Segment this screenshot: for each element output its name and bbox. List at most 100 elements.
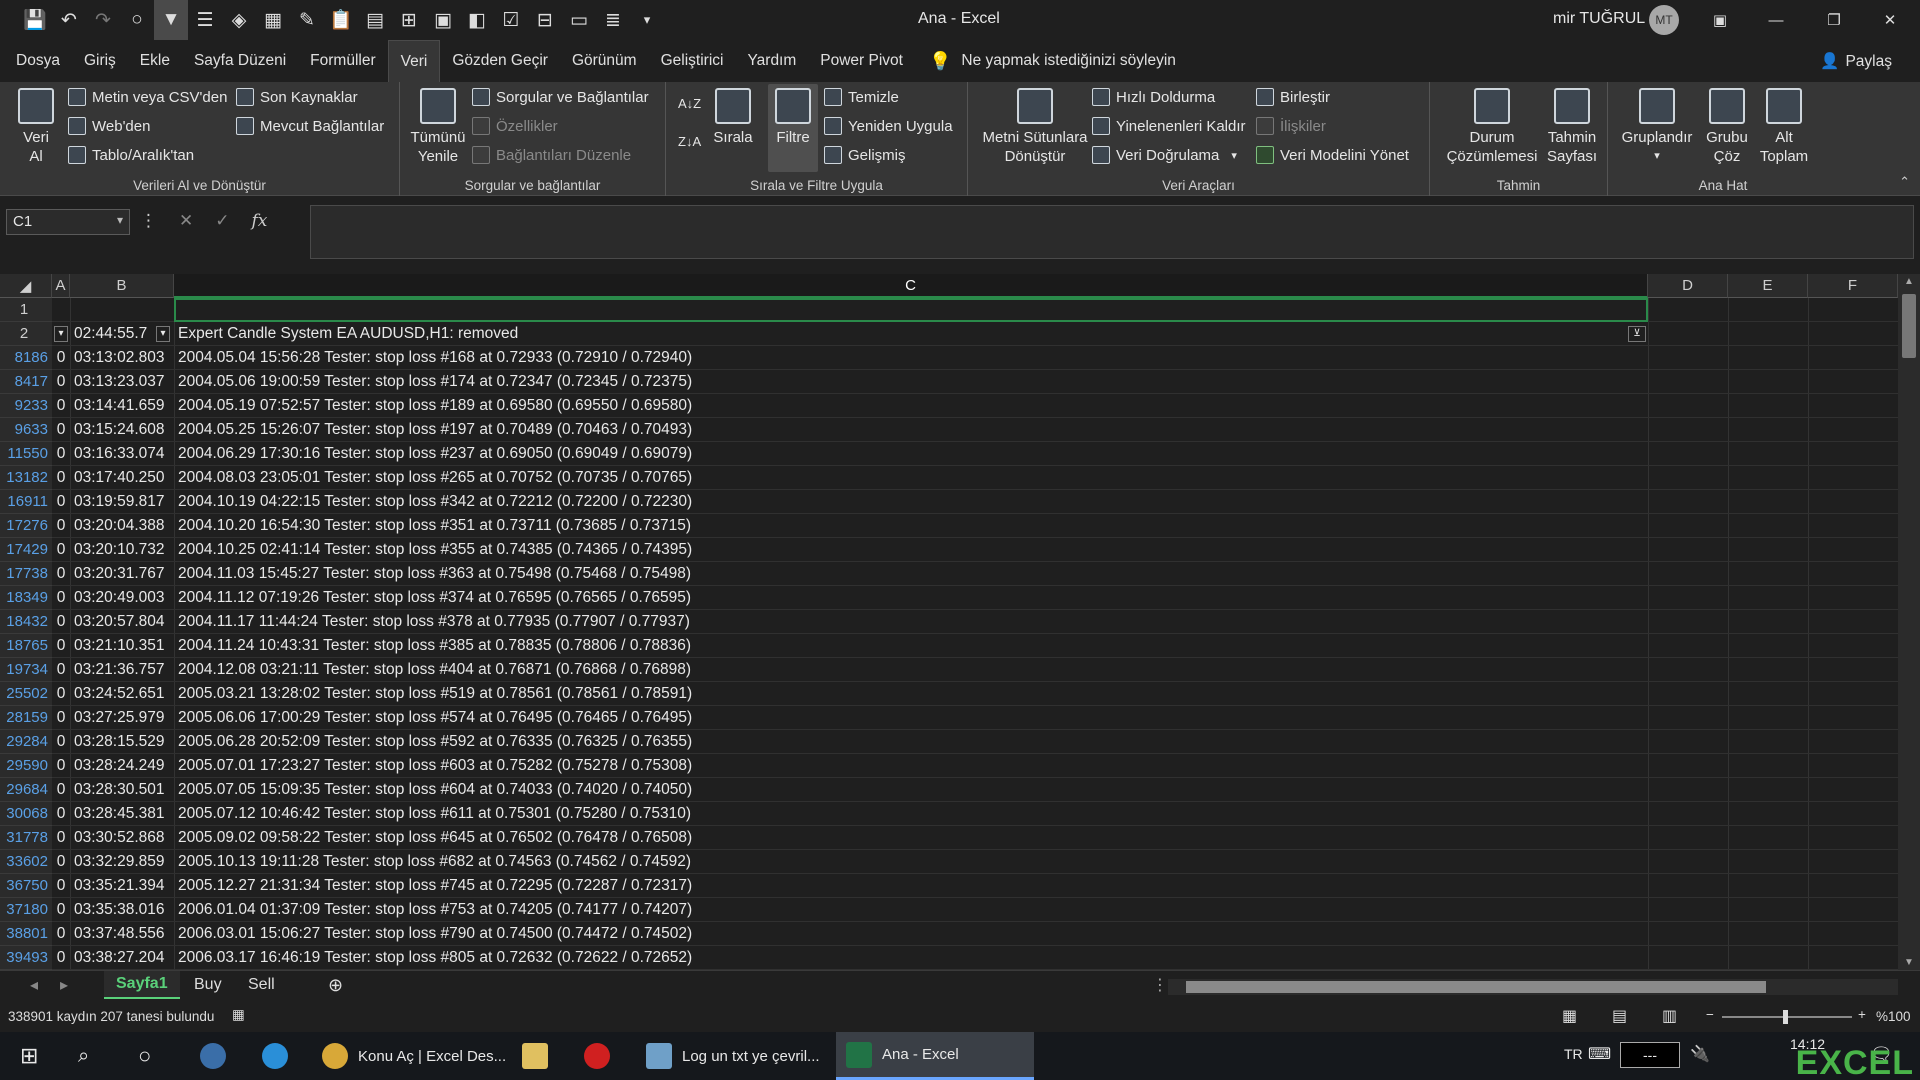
row-header[interactable]: 11550: [0, 442, 52, 466]
filter-dropdown-b[interactable]: ▾: [156, 326, 170, 342]
cell-a[interactable]: 0: [52, 706, 70, 730]
cell-c[interactable]: 2005.07.05 15:09:35 Tester: stop loss #6…: [178, 778, 692, 802]
cell-c[interactable]: 2005.03.21 13:28:02 Tester: stop loss #5…: [178, 682, 692, 706]
scroll-down-icon[interactable]: ▼: [1904, 957, 1914, 968]
cell-a[interactable]: 0: [52, 442, 70, 466]
zoom-out-icon[interactable]: −: [1706, 1007, 1714, 1022]
tab-power-pivot[interactable]: Power Pivot: [808, 40, 915, 82]
cell-b[interactable]: 03:38:27.204: [72, 946, 176, 970]
macro-record-icon[interactable]: ▦: [232, 1007, 245, 1023]
cell-c[interactable]: 2004.11.03 15:45:27 Tester: stop loss #3…: [178, 562, 691, 586]
cell-a[interactable]: 0: [52, 946, 70, 970]
grid-icon[interactable]: ⊞: [392, 0, 426, 40]
data-validation-button[interactable]: Veri Doğrulama ▾: [1092, 146, 1237, 164]
text-to-columns-button[interactable]: Metni Sütunlara Dönüştür: [980, 88, 1090, 166]
cell-c[interactable]: 2004.10.20 16:54:30 Tester: stop loss #3…: [178, 514, 691, 538]
collapse-ribbon-icon[interactable]: ⌃: [1899, 174, 1910, 190]
cell-a[interactable]: 0: [52, 514, 70, 538]
tab-sayfa-duzeni[interactable]: Sayfa Düzeni: [182, 40, 298, 82]
redo-icon[interactable]: ↷: [86, 0, 120, 40]
tab-ekle[interactable]: Ekle: [128, 40, 182, 82]
zoom-in-icon[interactable]: +: [1858, 1007, 1866, 1022]
active-cell[interactable]: [174, 298, 1648, 322]
row-header[interactable]: 16911: [0, 490, 52, 514]
cell-c[interactable]: 2004.10.25 02:41:14 Tester: stop loss #3…: [178, 538, 692, 562]
cell-a[interactable]: 0: [52, 898, 70, 922]
row-header[interactable]: 2: [0, 322, 52, 346]
cell-b[interactable]: 03:13:23.037: [72, 370, 176, 394]
cell-c[interactable]: 2005.07.12 10:46:42 Tester: stop loss #6…: [178, 802, 691, 826]
cell-b[interactable]: 03:16:33.074: [72, 442, 176, 466]
format-painter-icon[interactable]: ✎: [290, 0, 324, 40]
keyboard-icon[interactable]: ⌨: [1588, 1044, 1611, 1064]
close-icon[interactable]: ✕: [1862, 0, 1918, 40]
cell-c[interactable]: 2005.10.13 19:11:28 Tester: stop loss #6…: [178, 850, 691, 874]
cell-c[interactable]: 2005.09.02 09:58:22 Tester: stop loss #6…: [178, 826, 692, 850]
consolidate-button[interactable]: Birleştir: [1256, 88, 1330, 106]
row-header[interactable]: 31778: [0, 826, 52, 850]
cell-a[interactable]: 0: [52, 466, 70, 490]
row-header[interactable]: 36750: [0, 874, 52, 898]
edit-links-button[interactable]: Bağlantıları Düzenle: [472, 146, 631, 164]
restore-icon[interactable]: ❐: [1806, 0, 1862, 40]
row-header[interactable]: 8186: [0, 346, 52, 370]
cell-a[interactable]: 0: [52, 658, 70, 682]
column-header-b[interactable]: B: [70, 274, 174, 298]
existing-connections-button[interactable]: Mevcut Bağlantılar: [236, 117, 384, 135]
cell-b[interactable]: 03:28:24.249: [72, 754, 176, 778]
row-header[interactable]: 18432: [0, 610, 52, 634]
queries-connections-button[interactable]: Sorgular ve Bağlantılar: [472, 88, 649, 106]
tab-veri[interactable]: Veri: [387, 40, 441, 82]
subtotal-button[interactable]: Alt Toplam: [1756, 88, 1812, 166]
cell-b[interactable]: 03:17:40.250: [72, 466, 176, 490]
sheet-tab-sayfa1[interactable]: Sayfa1: [104, 971, 180, 999]
cell-c[interactable]: 2005.06.06 17:00:29 Tester: stop loss #5…: [178, 706, 692, 730]
sheet-tab-buy[interactable]: Buy: [182, 971, 234, 999]
row-header[interactable]: 29684: [0, 778, 52, 802]
tab-giris[interactable]: Giriş: [72, 40, 128, 82]
cell-b[interactable]: 03:28:30.501: [72, 778, 176, 802]
cell-c[interactable]: 2005.06.28 20:52:09 Tester: stop loss #5…: [178, 730, 692, 754]
row-header[interactable]: 39493: [0, 946, 52, 970]
borders-icon[interactable]: ▣: [426, 0, 460, 40]
opera-icon[interactable]: [574, 1032, 620, 1080]
window-icon[interactable]: ▭: [562, 0, 596, 40]
cell-b[interactable]: 03:20:10.732: [72, 538, 176, 562]
row-header[interactable]: 37180: [0, 898, 52, 922]
column-header-e[interactable]: E: [1728, 274, 1808, 298]
table-icon[interactable]: ▦: [256, 0, 290, 40]
tab-yardim[interactable]: Yardım: [735, 40, 808, 82]
refresh-all-button[interactable]: Tümünü Yenile: [410, 88, 466, 166]
row-header[interactable]: 13182: [0, 466, 52, 490]
battery-icon[interactable]: 🔌: [1690, 1044, 1710, 1064]
cortana-icon[interactable]: ○: [128, 1032, 161, 1080]
cell-a[interactable]: 0: [52, 778, 70, 802]
cell-c[interactable]: 2006.03.01 15:06:27 Tester: stop loss #7…: [178, 922, 692, 946]
cell-b[interactable]: 03:20:49.003: [72, 586, 176, 610]
cell-c[interactable]: 2005.12.27 21:31:34 Tester: stop loss #7…: [178, 874, 692, 898]
cell-b[interactable]: 03:20:57.804: [72, 610, 176, 634]
horizontal-scroll-thumb[interactable]: [1186, 981, 1766, 993]
filter-button[interactable]: Filtre: [768, 84, 818, 172]
input-indicator[interactable]: ---: [1620, 1042, 1680, 1068]
reapply-button[interactable]: Yeniden Uygula: [824, 117, 953, 135]
cell-c[interactable]: 2006.01.04 01:37:09 Tester: stop loss #7…: [178, 898, 692, 922]
scroll-up-icon[interactable]: ▲: [1904, 276, 1914, 287]
row-header[interactable]: 29590: [0, 754, 52, 778]
relationships-button[interactable]: İlişkiler: [1256, 117, 1326, 135]
paste-values-icon[interactable]: ▤: [358, 0, 392, 40]
get-data-button[interactable]: Veri Al: [14, 88, 58, 166]
clear-filter-button[interactable]: Temizle: [824, 88, 899, 106]
cell-c[interactable]: 2004.10.19 04:22:15 Tester: stop loss #3…: [178, 490, 692, 514]
cell-a[interactable]: 0: [52, 346, 70, 370]
column-header-c[interactable]: C: [174, 274, 1648, 298]
cell-c[interactable]: 2004.06.29 17:30:16 Tester: stop loss #2…: [178, 442, 692, 466]
row-header[interactable]: 18349: [0, 586, 52, 610]
cell-b[interactable]: 03:27:25.979: [72, 706, 176, 730]
avatar[interactable]: MT: [1649, 5, 1679, 35]
shapes-icon[interactable]: ◧: [460, 0, 494, 40]
checkbox-icon[interactable]: ☑: [494, 0, 528, 40]
row-header[interactable]: 29284: [0, 730, 52, 754]
form-icon[interactable]: ☰: [188, 0, 222, 40]
tab-gorunum[interactable]: Görünüm: [560, 40, 649, 82]
